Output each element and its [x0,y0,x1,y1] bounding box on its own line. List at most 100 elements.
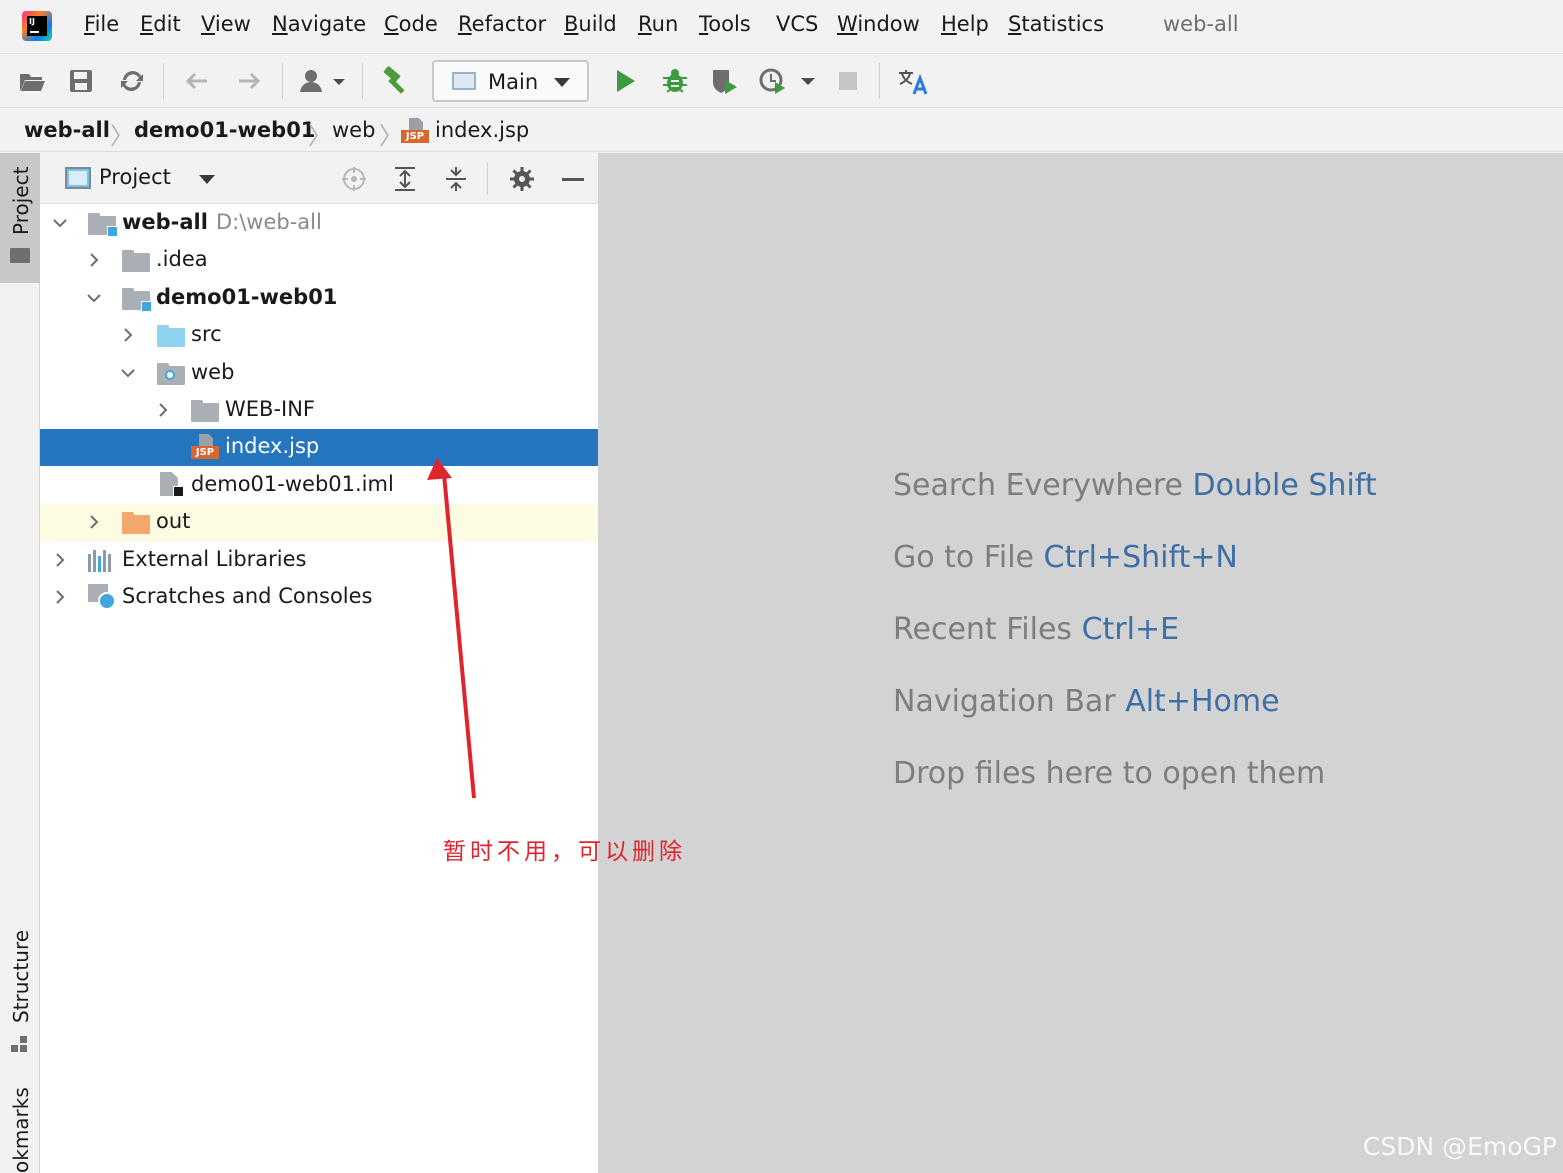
tree-item-out[interactable]: out [40,504,598,541]
menu-view[interactable]: View [201,12,251,36]
tree-item-label: web [191,360,235,384]
breadcrumb-index-jsp[interactable]: index.jsp [435,118,529,142]
tree-item-external-libraries[interactable]: External Libraries [40,542,598,579]
jsp-file-icon: JSP [191,434,219,460]
menu-help[interactable]: Help [941,12,989,36]
locate-icon[interactable] [340,165,368,193]
project-view-icon [65,167,91,189]
menu-bar: IJ File Edit View Navigate Code Refactor… [0,0,1563,54]
bookmarks-tab-label[interactable]: okmarks [9,1087,33,1173]
tree-item-src[interactable]: src [40,317,598,354]
open-icon[interactable] [16,65,48,97]
menu-build[interactable]: Build [564,12,617,36]
menu-edit[interactable]: Edit [140,12,181,36]
vcs-user-icon[interactable] [297,65,349,97]
back-icon[interactable] [181,65,213,97]
tree-item-index-jsp[interactable]: JSP index.jsp [40,429,598,466]
tree-item-idea[interactable]: .idea [40,242,598,279]
toolbar-separator [362,63,363,99]
forward-icon[interactable] [233,65,265,97]
chevron-right-icon[interactable] [153,400,173,420]
chevron-down-icon[interactable] [118,363,138,383]
breadcrumb-module[interactable]: demo01-web01 [134,118,315,142]
tree-item-scratches[interactable]: Scratches and Consoles [40,579,598,616]
navigation-breadcrumb: web-all 〉 demo01-web01 〉 web 〉 JSP index… [0,109,1563,152]
tree-item-label: demo01-web01.iml [191,472,394,496]
chevron-down-icon[interactable] [50,213,70,233]
save-icon[interactable] [65,65,97,97]
hint-drop-files: Drop files here to open them [893,756,1326,791]
tree-item-web-inf[interactable]: WEB-INF [40,392,598,429]
tree-item-module[interactable]: demo01-web01 [40,280,598,317]
project-tab-label: Project [9,166,33,235]
chevron-down-icon [554,78,570,87]
structure-icon [11,1036,29,1052]
tree-item-root[interactable]: web-all D:\web-all [40,205,598,242]
iml-file-icon [160,472,184,498]
hint-navigation-bar: Navigation Bar Alt+Home [893,684,1280,719]
window-title: web-all [1163,12,1239,36]
debug-icon[interactable] [659,65,691,97]
tree-item-iml[interactable]: demo01-web01.iml [40,467,598,504]
menu-run[interactable]: Run [638,12,678,36]
menu-statistics[interactable]: Statistics [1008,12,1104,36]
sync-icon[interactable] [116,65,148,97]
structure-tab-label[interactable]: Structure [9,930,33,1023]
chevron-right-icon[interactable] [84,512,104,532]
menu-file[interactable]: File [84,12,119,36]
hint-go-to-file: Go to File Ctrl+Shift+N [893,540,1238,575]
hint-recent-files: Recent Files Ctrl+E [893,612,1180,647]
menu-window[interactable]: Window [837,12,920,36]
breadcrumb-separator: 〉 [308,122,332,150]
run-configuration-dropdown[interactable]: Main [432,60,589,102]
breadcrumb-separator: 〉 [379,122,403,150]
breadcrumb-web-all[interactable]: web-all [24,118,110,142]
menu-navigate[interactable]: Navigate [272,12,366,36]
tree-item-label: index.jsp [225,434,320,458]
profile-icon[interactable] [757,65,819,97]
menu-refactor[interactable]: Refactor [458,12,546,36]
stop-icon[interactable] [832,65,864,97]
collapse-all-icon[interactable] [442,165,470,193]
project-view-title[interactable]: Project [99,165,171,189]
run-config-label: Main [488,70,539,94]
folder-icon [10,248,30,263]
run-config-icon [452,72,476,90]
gear-icon[interactable] [508,165,536,193]
chevron-right-icon[interactable] [50,587,70,607]
menu-tools[interactable]: Tools [699,12,751,36]
project-tool-tab[interactable]: Project [0,153,40,283]
menu-vcs[interactable]: VCS [776,12,818,36]
header-separator [487,163,488,195]
chevron-right-icon[interactable] [84,250,104,270]
editor-empty-area[interactable]: Search Everywhere Double Shift Go to Fil… [598,153,1563,1173]
tree-item-label: demo01-web01 [156,285,338,309]
annotation-note: 暂时不用，可以删除 [443,839,686,865]
menu-code[interactable]: Code [384,12,438,36]
translate-icon[interactable] [896,65,928,97]
hint-search-everywhere: Search Everywhere Double Shift [893,468,1377,503]
main-toolbar: Main [0,55,1563,108]
breadcrumb-web[interactable]: web [332,118,375,142]
coverage-icon[interactable] [709,65,741,97]
tree-item-label: out [156,509,191,533]
scratches-icon [88,584,118,612]
minimize-icon[interactable] [559,165,587,193]
tree-item-label: web-all D:\web-all [122,210,322,234]
toolbar-separator [879,63,880,99]
tree-item-web[interactable]: web [40,355,598,392]
chevron-right-icon[interactable] [118,325,138,345]
run-icon[interactable] [609,65,641,97]
tree-item-label: External Libraries [122,547,307,571]
expand-all-icon[interactable] [391,165,419,193]
chevron-down-icon[interactable] [199,175,215,184]
breadcrumb-separator: 〉 [110,122,134,150]
chevron-down-icon[interactable] [84,288,104,308]
tree-item-label: src [191,322,222,346]
toolbar-separator [282,63,283,99]
left-tool-window-strip: Project Structure okmarks [0,153,40,1173]
tree-item-label: .idea [156,247,208,271]
build-hammer-icon[interactable] [379,65,411,97]
jsp-file-icon: JSP [401,118,429,144]
chevron-right-icon[interactable] [50,550,70,570]
